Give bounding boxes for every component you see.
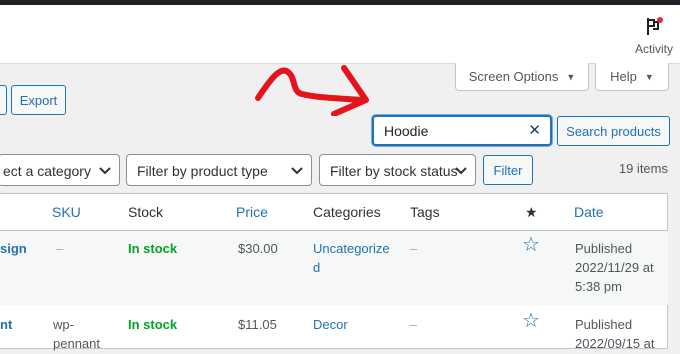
- clear-icon[interactable]: ✕: [528, 121, 541, 139]
- product-name-link[interactable]: nt: [0, 315, 12, 335]
- column-header-sku[interactable]: SKU: [52, 204, 81, 220]
- items-count: 19 items: [618, 161, 668, 176]
- search-input[interactable]: Hoodie ✕: [372, 115, 552, 146]
- search-products-button[interactable]: Search products: [557, 116, 670, 146]
- sku-cell-wrap: pennant: [53, 336, 100, 351]
- caret-down-icon: ▼: [566, 71, 576, 82]
- filter-label: Filter: [493, 162, 523, 178]
- screen-options-button[interactable]: Screen Options ▼: [455, 63, 589, 91]
- stock-status-filter-select[interactable]: Filter by stock status: [319, 154, 476, 186]
- product-name-link[interactable]: sign: [0, 239, 27, 259]
- chevron-down-icon: [455, 167, 467, 175]
- product-type-filter-select[interactable]: Filter by product type: [126, 154, 312, 186]
- annotation-arrow: [255, 65, 369, 116]
- stock-status: In stock: [128, 317, 178, 332]
- activity-button[interactable]: Activity: [631, 16, 677, 56]
- column-header-date[interactable]: Date: [574, 204, 604, 220]
- featured-star-icon[interactable]: ★: [525, 204, 538, 221]
- date-status: Published: [575, 317, 633, 332]
- page-header: Activity: [0, 5, 680, 64]
- tags-cell: –: [410, 317, 418, 332]
- flag-icon: [647, 17, 663, 35]
- search-value: Hoodie: [384, 123, 429, 139]
- product-type-filter-value: Filter by product type: [137, 163, 268, 179]
- column-header-stock: Stock: [128, 204, 164, 220]
- category-filter-value: ect a category: [3, 163, 91, 179]
- date-status: Published: [575, 241, 633, 256]
- export-button[interactable]: Export: [11, 85, 66, 115]
- category-link[interactable]: Uncategorize: [313, 239, 390, 259]
- table-row: sign – In stock $30.00 Uncategorize d – …: [0, 231, 668, 305]
- sku-cell: wp-: [53, 317, 74, 332]
- screen-options-label: Screen Options: [468, 69, 559, 84]
- export-label: Export: [19, 92, 58, 108]
- help-button[interactable]: Help ▼: [595, 63, 669, 91]
- date-value: 2022/11/29 at: [575, 260, 654, 275]
- star-outline-icon[interactable]: ☆: [522, 235, 540, 256]
- column-header-tags: Tags: [410, 204, 440, 220]
- column-header-price[interactable]: Price: [236, 204, 268, 220]
- star-outline-icon[interactable]: ☆: [522, 311, 540, 332]
- sku-cell: –: [56, 241, 64, 256]
- stock-status-filter-value: Filter by stock status: [330, 163, 458, 179]
- column-header-categories: Categories: [313, 204, 381, 220]
- tags-cell: –: [410, 241, 418, 256]
- category-link[interactable]: Decor: [313, 315, 348, 335]
- chevron-down-icon: [291, 167, 303, 175]
- search-products-label: Search products: [566, 123, 661, 139]
- caret-down-icon: ▼: [644, 71, 654, 82]
- date-value: 2022/09/15 at: [575, 336, 655, 351]
- filter-button[interactable]: Filter: [483, 155, 533, 185]
- help-label: Help: [610, 69, 637, 84]
- time-value: 5:38 pm: [575, 279, 622, 294]
- stock-status: In stock: [128, 241, 178, 256]
- products-table: SKU Stock Price Categories Tags ★ Date s…: [0, 193, 668, 351]
- price-cell: $11.05: [238, 317, 277, 332]
- table-row: nt wp- pennant In stock $11.05 Decor – ☆…: [0, 305, 668, 351]
- price-cell: $30.00: [238, 241, 278, 256]
- category-filter-select[interactable]: ect a category: [0, 154, 120, 186]
- activity-label: Activity: [634, 42, 673, 56]
- chevron-down-icon: [99, 167, 111, 175]
- category-link-wrap[interactable]: d: [313, 258, 320, 278]
- import-button[interactable]: [0, 85, 7, 115]
